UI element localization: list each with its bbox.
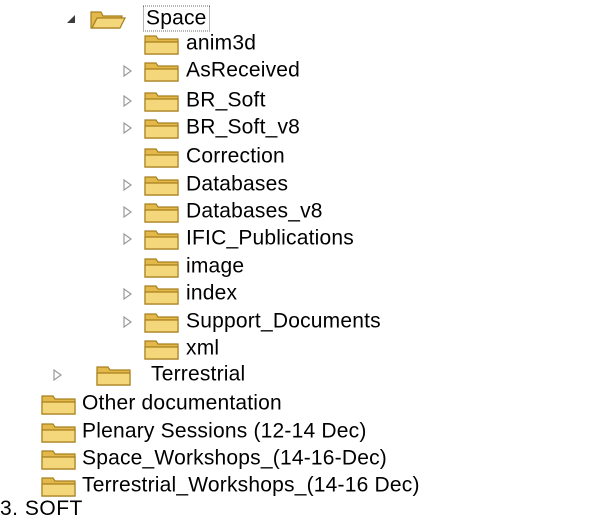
collapsed-arrow-icon[interactable] bbox=[120, 121, 134, 135]
tree-item-label[interactable]: Correction bbox=[184, 145, 287, 169]
tree-item-terrestrial-workshops[interactable]: Terrestrial_Workshops_(14-16 Dec) bbox=[0, 473, 603, 499]
tree-item-soft-partial[interactable]: 3. SOFT bbox=[0, 497, 83, 521]
tree-item-label[interactable]: Space bbox=[143, 5, 210, 32]
tree-item-br-soft-v8[interactable]: BR_Soft_v8 bbox=[0, 115, 603, 141]
folder-icon bbox=[143, 200, 181, 224]
tree-item-terrestrial[interactable]: Terrestrial bbox=[0, 362, 603, 388]
tree-item-label[interactable]: index bbox=[184, 282, 239, 306]
folder-icon bbox=[143, 227, 181, 251]
folder-icon bbox=[40, 447, 78, 471]
collapsed-arrow-icon[interactable] bbox=[120, 315, 134, 329]
collapsed-arrow-icon[interactable] bbox=[120, 232, 134, 246]
tree-item-label[interactable]: Terrestrial bbox=[149, 363, 247, 387]
folder-open-icon bbox=[89, 7, 127, 31]
tree-item-space-workshops[interactable]: Space_Workshops_(14-16-Dec) bbox=[0, 446, 603, 472]
tree-item-databases[interactable]: Databases bbox=[0, 172, 603, 198]
tree-item-label[interactable]: BR_Soft bbox=[184, 89, 268, 113]
tree-item-index[interactable]: index bbox=[0, 281, 603, 307]
tree-item-support-documents[interactable]: Support_Documents bbox=[0, 309, 603, 335]
expanded-arrow-icon[interactable] bbox=[64, 12, 78, 26]
folder-icon bbox=[143, 310, 181, 334]
collapsed-arrow-icon[interactable] bbox=[120, 287, 134, 301]
tree-item-br-soft[interactable]: BR_Soft bbox=[0, 88, 603, 114]
folder-icon bbox=[40, 420, 78, 444]
tree-item-anim3d[interactable]: anim3d bbox=[0, 31, 603, 57]
folder-icon bbox=[143, 116, 181, 140]
collapsed-arrow-icon[interactable] bbox=[120, 178, 134, 192]
tree-item-label[interactable]: Other documentation bbox=[80, 392, 284, 416]
tree-item-other-documentation[interactable]: Other documentation bbox=[0, 391, 603, 417]
folder-icon bbox=[143, 89, 181, 113]
tree-item-correction[interactable]: Correction bbox=[0, 144, 603, 170]
tree-item-label[interactable]: anim3d bbox=[184, 32, 258, 56]
tree-item-label[interactable]: image bbox=[184, 255, 246, 279]
collapsed-arrow-icon[interactable] bbox=[120, 205, 134, 219]
tree-item-label[interactable]: Terrestrial_Workshops_(14-16 Dec) bbox=[80, 474, 422, 498]
tree-item-label[interactable]: Plenary Sessions (12-14 Dec) bbox=[80, 420, 369, 444]
folder-icon bbox=[143, 255, 181, 279]
folder-icon bbox=[143, 173, 181, 197]
tree-item-label[interactable]: Support_Documents bbox=[184, 310, 383, 334]
folder-icon bbox=[40, 392, 78, 416]
folder-icon bbox=[143, 337, 181, 361]
tree-item-ific-publications[interactable]: IFIC_Publications bbox=[0, 226, 603, 252]
tree-item-image[interactable]: image bbox=[0, 254, 603, 280]
tree-item-asreceived[interactable]: AsReceived bbox=[0, 58, 603, 84]
folder-tree: Space anim3d AsReceived BR_Soft BR_Soft_… bbox=[0, 0, 603, 520]
tree-item-label[interactable]: BR_Soft_v8 bbox=[184, 116, 302, 140]
collapsed-arrow-icon[interactable] bbox=[50, 368, 64, 382]
tree-item-xml[interactable]: xml bbox=[0, 336, 603, 362]
folder-icon bbox=[95, 363, 133, 387]
tree-item-label[interactable]: IFIC_Publications bbox=[184, 227, 356, 251]
folder-icon bbox=[143, 32, 181, 56]
tree-item-label[interactable]: Databases_v8 bbox=[184, 200, 325, 224]
folder-icon bbox=[40, 474, 78, 498]
folder-icon bbox=[143, 59, 181, 83]
folder-icon bbox=[143, 282, 181, 306]
tree-item-label[interactable]: xml bbox=[184, 337, 221, 361]
tree-item-label[interactable]: Databases bbox=[184, 173, 290, 197]
collapsed-arrow-icon[interactable] bbox=[120, 94, 134, 108]
collapsed-arrow-icon[interactable] bbox=[120, 64, 134, 78]
tree-item-databases-v8[interactable]: Databases_v8 bbox=[0, 199, 603, 225]
tree-item-space[interactable]: Space bbox=[0, 5, 603, 32]
folder-icon bbox=[143, 145, 181, 169]
tree-item-label[interactable]: AsReceived bbox=[184, 59, 302, 83]
tree-item-label[interactable]: Space_Workshops_(14-16-Dec) bbox=[80, 447, 389, 471]
tree-item-plenary-sessions[interactable]: Plenary Sessions (12-14 Dec) bbox=[0, 419, 603, 445]
